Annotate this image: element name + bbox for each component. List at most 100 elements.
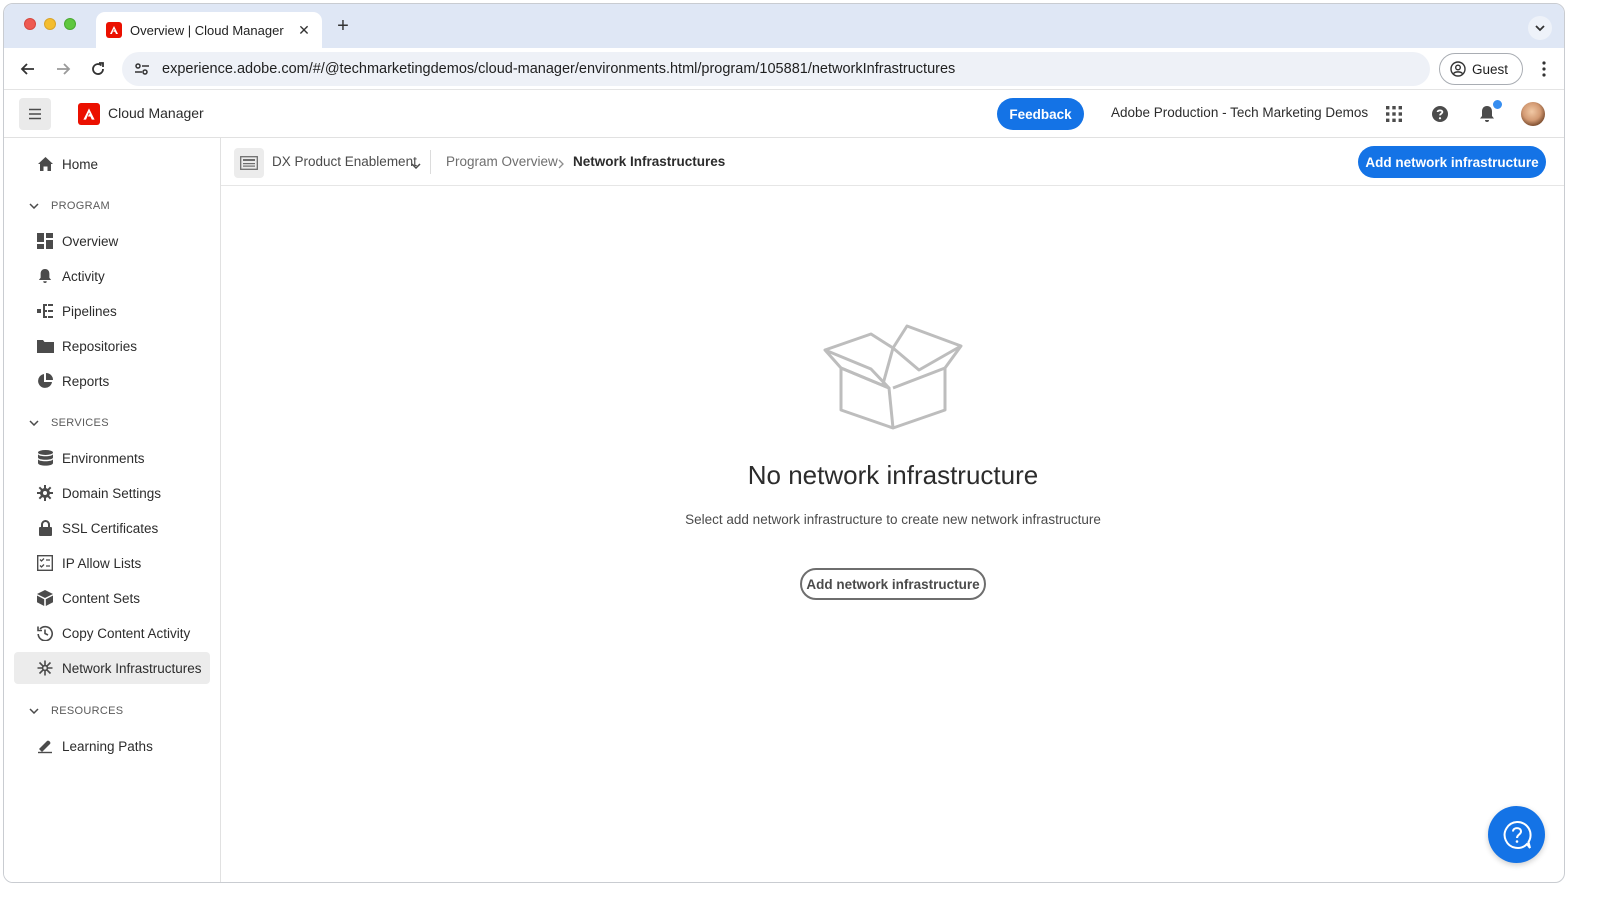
chevron-down-icon <box>1535 25 1545 32</box>
arrow-right-icon <box>57 63 71 75</box>
app-header: Cloud Manager Feedback Adobe Production … <box>4 90 1564 138</box>
sidebar-item-label: Content Sets <box>62 590 141 606</box>
chevron-down-icon <box>29 203 41 209</box>
profile-button[interactable]: Guest <box>1439 53 1523 85</box>
section-label: SERVICES <box>51 417 109 429</box>
sidebar-item-network-infrastructures[interactable]: Network Infrastructures <box>14 652 210 684</box>
chat-help-icon <box>1503 820 1532 849</box>
sidebar-item-label: Reports <box>62 373 110 389</box>
notifications-bell-icon[interactable] <box>1475 99 1503 126</box>
new-tab-button[interactable]: + <box>332 15 354 37</box>
sidebar-item-label: Overview <box>62 233 119 249</box>
feedback-button[interactable]: Feedback <box>997 98 1084 130</box>
sidebar-item-label: Network Infrastructures <box>62 660 202 676</box>
sidebar-item-learning-paths[interactable]: Learning Paths <box>14 730 210 762</box>
sidebar-item-pipelines[interactable]: Pipelines <box>14 295 210 327</box>
chevron-down-icon <box>29 420 41 426</box>
reload-button[interactable] <box>84 55 112 83</box>
sidebar-item-label: SSL Certificates <box>62 520 159 536</box>
tab-close-icon[interactable]: ✕ <box>296 22 312 39</box>
apps-grid-icon[interactable] <box>1382 102 1406 126</box>
learn-icon <box>36 737 54 755</box>
sidebar-item-ip-allow-lists[interactable]: IP Allow Lists <box>14 547 210 579</box>
adobe-favicon-icon <box>106 22 122 38</box>
maximize-window-button[interactable] <box>64 18 76 30</box>
empty-box-icon <box>823 324 963 430</box>
chevron-down-icon <box>29 708 41 714</box>
section-resources[interactable]: RESOURCES <box>29 703 123 719</box>
hamburger-icon <box>29 108 41 120</box>
checklist-icon <box>36 554 54 572</box>
tab-title: Overview | Cloud Manager <box>130 22 284 38</box>
breadcrumb-current: Network Infrastructures <box>573 154 726 169</box>
home-icon <box>36 155 54 173</box>
sidebar-item-copy-content-activity[interactable]: Copy Content Activity <box>14 617 210 649</box>
chevron-right-icon <box>558 156 564 174</box>
sidebar-item-reports[interactable]: Reports <box>14 365 210 397</box>
sidebar-item-content-sets[interactable]: Content Sets <box>14 582 210 614</box>
profile-icon <box>1450 61 1466 77</box>
adobe-logo-icon[interactable] <box>78 103 100 125</box>
help-chat-button[interactable] <box>1488 806 1545 863</box>
sidebar-item-label: Copy Content Activity <box>62 625 191 641</box>
section-label: PROGRAM <box>51 200 110 212</box>
menu-toggle-button[interactable] <box>19 98 51 130</box>
empty-state: No network infrastructure Select add net… <box>221 186 1564 882</box>
avatar[interactable] <box>1521 102 1545 126</box>
site-settings-icon[interactable] <box>134 60 152 78</box>
browser-menu-button[interactable] <box>1534 58 1554 80</box>
add-network-infrastructure-button[interactable]: Add network infrastructure <box>1358 146 1546 178</box>
notification-badge <box>1492 99 1503 110</box>
sidebar-item-environments[interactable]: Environments <box>14 442 210 474</box>
window-controls <box>24 18 76 30</box>
tab-search-button[interactable] <box>1528 16 1552 40</box>
empty-add-network-infrastructure-button[interactable]: Add network infrastructure <box>800 568 986 600</box>
address-bar[interactable]: experience.adobe.com/#/@techmarketingdem… <box>122 52 1430 86</box>
tab-strip: Overview | Cloud Manager ✕ + <box>4 4 1564 48</box>
back-button[interactable] <box>14 55 42 83</box>
sidebar-item-label: Learning Paths <box>62 738 153 754</box>
sidebar-item-activity[interactable]: Activity <box>14 260 210 292</box>
sidebar-item-label: Home <box>62 156 99 172</box>
sidebar-item-ssl-certificates[interactable]: SSL Certificates <box>14 512 210 544</box>
empty-state-title: No network infrastructure <box>747 460 1039 490</box>
breadcrumb-program-overview[interactable]: Program Overview <box>446 154 558 169</box>
pie-chart-icon <box>36 372 54 390</box>
chevron-down-icon[interactable] <box>411 156 421 174</box>
arrow-left-icon <box>20 63 34 75</box>
close-window-button[interactable] <box>24 18 36 30</box>
network-icon <box>36 659 54 677</box>
sidebar-item-label: Repositories <box>62 338 138 354</box>
pipeline-icon <box>36 302 54 320</box>
sidebar-item-home[interactable]: Home <box>14 148 210 180</box>
folder-icon <box>36 337 54 355</box>
section-label: RESOURCES <box>51 705 124 717</box>
package-icon <box>36 589 54 607</box>
browser-toolbar: experience.adobe.com/#/@techmarketingdem… <box>4 48 1564 90</box>
content-header: DX Product Enablement Program Overview N… <box>221 138 1564 186</box>
org-switcher[interactable]: Adobe Production - Tech Marketing Demos <box>1111 105 1368 120</box>
forward-button[interactable] <box>49 55 77 83</box>
sidebar-item-domain-settings[interactable]: Domain Settings <box>14 477 210 509</box>
section-services[interactable]: SERVICES <box>29 415 109 431</box>
sidebar-item-repositories[interactable]: Repositories <box>14 330 210 362</box>
help-icon[interactable] <box>1428 102 1452 126</box>
history-icon <box>36 624 54 642</box>
sidebar-item-label: Environments <box>62 450 145 466</box>
empty-state-description: Select add network infrastructure to cre… <box>685 512 1101 527</box>
dashboard-icon <box>36 232 54 250</box>
profile-label: Guest <box>1472 61 1509 77</box>
gear-icon <box>36 484 54 502</box>
minimize-window-button[interactable] <box>44 18 56 30</box>
browser-tab[interactable]: Overview | Cloud Manager ✕ <box>96 12 322 48</box>
program-icon <box>234 148 264 178</box>
sidebar-item-overview[interactable]: Overview <box>14 225 210 257</box>
sidebar-item-label: IP Allow Lists <box>62 555 142 571</box>
browser-window: Overview | Cloud Manager ✕ + experience.… <box>3 3 1565 883</box>
divider <box>430 150 431 174</box>
program-switcher[interactable]: DX Product Enablement <box>272 154 417 169</box>
sidebar-item-label: Activity <box>62 268 105 284</box>
section-program[interactable]: PROGRAM <box>29 198 110 214</box>
more-vertical-icon <box>1542 61 1546 77</box>
app-name[interactable]: Cloud Manager <box>108 105 204 121</box>
